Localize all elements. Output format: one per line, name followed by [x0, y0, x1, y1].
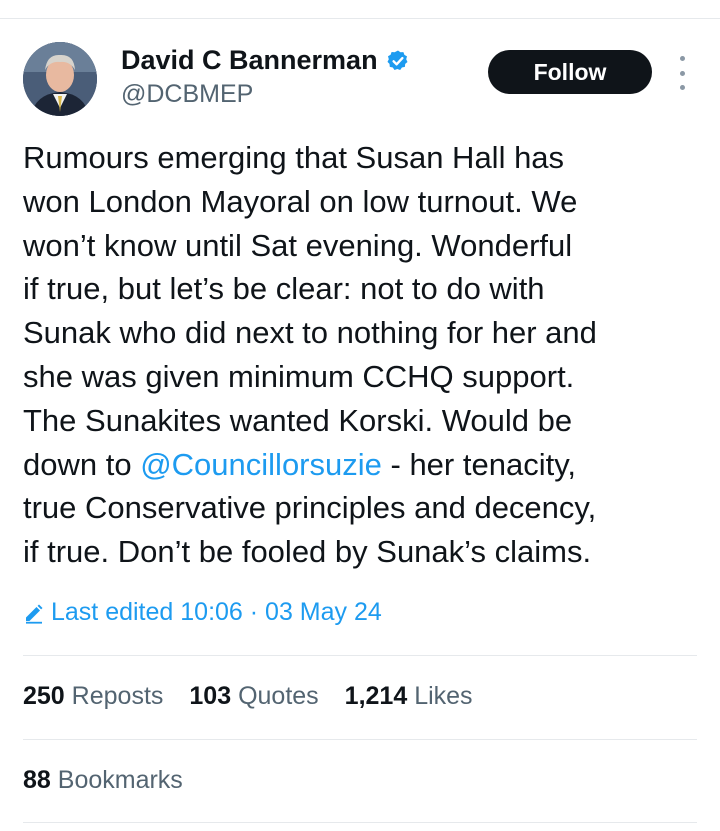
tweet-line: down to @Councillorsuzie - her tenacity, [23, 443, 713, 487]
likes-stat[interactable]: 1,214 Likes [345, 682, 473, 711]
tweet-line: she was given minimum CCHQ support. [23, 358, 575, 394]
top-divider [0, 18, 720, 19]
divider [23, 655, 697, 656]
dot [679, 85, 685, 90]
tweet-line: true Conservative principles and decency… [23, 490, 597, 526]
tweet-line: if true. Don’t be fooled by Sunak’s clai… [23, 534, 592, 570]
tweet-line: if true, but let’s be clear: not to do w… [23, 271, 545, 307]
quotes-count: 103 [189, 682, 232, 710]
author-handle[interactable]: @DCBMEP [121, 80, 253, 109]
reposts-label: Reposts [71, 682, 164, 710]
mention-link[interactable]: @Councillorsuzie [140, 447, 382, 482]
dot [679, 56, 685, 61]
tweet-text: Rumours emerging that Susan Hall has won… [23, 136, 713, 574]
tweet-line: Sunak who did next to nothing for her an… [23, 315, 597, 351]
bookmarks-stat[interactable]: 88 Bookmarks [23, 766, 183, 795]
likes-count: 1,214 [344, 682, 408, 710]
engagement-stats: 250 Reposts 103 Quotes 1,214 Likes [23, 682, 499, 711]
likes-label: Likes [414, 682, 473, 710]
author-name[interactable]: David C Bannerman [121, 45, 410, 76]
tweet-line: The Sunakites wanted Korski. Would be [23, 402, 573, 438]
dot [679, 70, 685, 76]
quotes-label: Quotes [238, 682, 319, 710]
reposts-stat[interactable]: 250 Reposts [23, 682, 163, 711]
bookmarks-count: 88 [23, 766, 51, 794]
divider [23, 739, 697, 740]
tweet-line: won’t know until Sat evening. Wonderful [23, 227, 573, 263]
avatar[interactable] [23, 42, 97, 116]
edit-history-link[interactable]: Last edited 10:06 · 03 May 24 [23, 598, 382, 627]
pencil-icon [26, 604, 43, 624]
follow-button[interactable]: Follow [488, 50, 652, 94]
tweet-text-fragment: - her tenacity, [381, 446, 577, 482]
verified-badge-icon [387, 50, 408, 70]
edited-text: Last edited 10:06 · 03 May 24 [51, 598, 382, 626]
reposts-count: 250 [23, 682, 65, 710]
tweet-line: won London Mayoral on low turnout. We [23, 183, 578, 219]
author-name-text: David C Bannerman [121, 45, 378, 75]
tweet-line: Rumours emerging that Susan Hall has [23, 140, 565, 175]
tweet-text-fragment: down to [23, 446, 141, 482]
vertical-ellipsis-icon[interactable] [670, 56, 694, 90]
quotes-stat[interactable]: 103 Quotes [189, 682, 318, 711]
bookmarks-label: Bookmarks [57, 766, 183, 794]
profile-photo [23, 42, 97, 116]
divider [23, 822, 697, 823]
